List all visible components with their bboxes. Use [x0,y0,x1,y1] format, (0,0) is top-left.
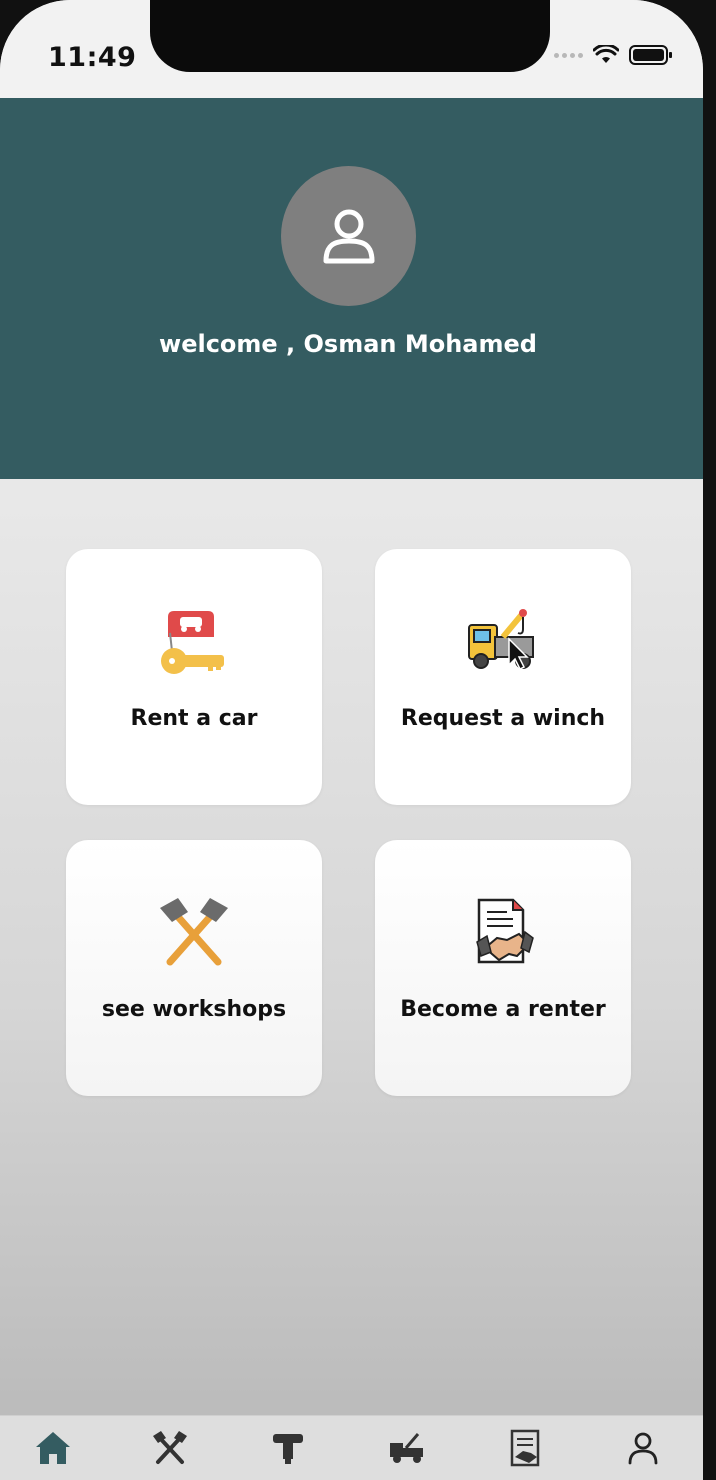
battery-icon [629,45,672,65]
welcome-header: welcome , Osman Mohamed [0,98,703,479]
request-winch-label: Request a winch [400,706,606,731]
status-time: 11:49 [48,42,137,73]
tab-winch[interactable] [385,1426,429,1470]
tab-home[interactable] [31,1426,75,1470]
bottom-tab-bar [0,1415,703,1480]
tab-renter[interactable] [503,1426,547,1470]
rent-car-label: Rent a car [130,706,258,731]
cellular-signal-icon [554,52,583,58]
user-icon [323,209,374,264]
see-workshops-tile[interactable]: see workshops [66,840,322,1096]
home-icon [36,1432,70,1464]
status-bar: 11:49 [0,0,703,98]
see-workshops-label: see workshops [101,997,287,1022]
document-icon [510,1429,540,1467]
become-renter-label: Become a renter [400,997,606,1022]
tab-spare-parts[interactable] [266,1426,310,1470]
profile-icon [628,1432,658,1465]
tab-workshops[interactable] [148,1426,192,1470]
device-notch [150,0,550,72]
avatar[interactable] [281,166,416,306]
contract-handshake-icon [375,898,631,968]
welcome-text: welcome , Osman Mohamed [159,330,537,358]
become-renter-tile[interactable]: Become a renter [375,840,631,1096]
tab-profile[interactable] [621,1426,665,1470]
tools-icon [153,1431,187,1464]
wifi-icon [593,45,619,63]
tow-truck-icon [375,607,631,677]
tow-truck-icon [390,1433,423,1463]
car-key-icon [66,607,322,677]
status-icons [554,44,673,66]
app-screen: 11:49 welcome , Osman Mohamed Rent a car… [0,0,703,1480]
spare-part-icon [273,1434,303,1464]
hammers-icon [66,898,322,968]
device-frame: 11:49 welcome , Osman Mohamed Rent a car… [0,0,716,1480]
rent-car-tile[interactable]: Rent a car [66,549,322,805]
request-winch-tile[interactable]: Request a winch [375,549,631,805]
